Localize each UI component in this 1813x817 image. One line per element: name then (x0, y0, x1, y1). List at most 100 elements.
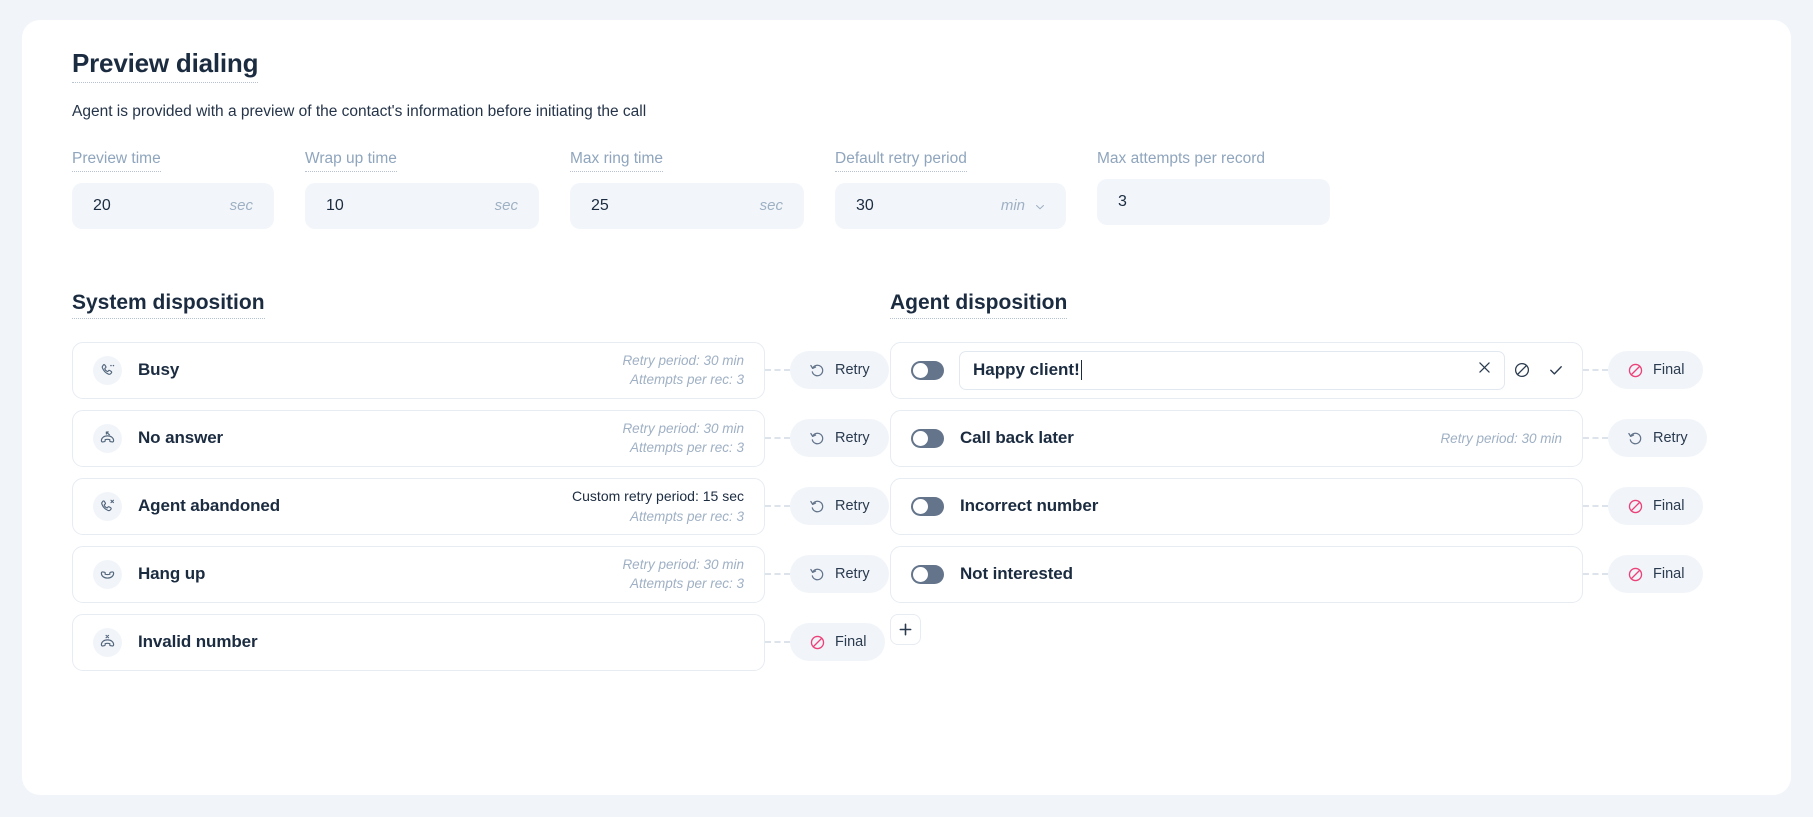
toggle-knob (913, 430, 928, 446)
disposition-name-input-value[interactable]: Happy client! (973, 360, 1080, 380)
status-badge-retry[interactable]: Retry (790, 419, 889, 458)
phone-cancel-icon (93, 491, 122, 521)
status-badge-final[interactable]: Final (1608, 555, 1704, 594)
disposition-name: Agent abandoned (138, 496, 281, 516)
disposition-card[interactable]: Hang up Retry period: 30 min Attempts per … (72, 545, 765, 603)
retry-icon (809, 362, 826, 379)
disposition-meta-line: Retry period: 30 min (1440, 430, 1562, 446)
status-badge-retry[interactable]: Retry (790, 351, 889, 390)
system-disposition-row: Busy Retry period: 30 min Attempts per rec… (72, 341, 889, 399)
agent-disposition-column: Agent disposition Happy client! Final Call… (890, 291, 1707, 682)
connector-line (1583, 573, 1608, 576)
disposition-card[interactable]: Happy client! (890, 341, 1583, 399)
disposition-card[interactable]: Incorrect number (890, 477, 1583, 535)
field-input[interactable]: 3 (1097, 178, 1330, 225)
retry-icon (809, 566, 826, 583)
status-badge-retry[interactable]: Retry (790, 487, 889, 526)
connector-line (765, 369, 790, 372)
field-value[interactable]: 20 (93, 197, 111, 215)
check-icon[interactable] (1539, 353, 1573, 387)
settings-panel: Preview dialing Agent is provided with a… (22, 20, 1791, 795)
phone-hangup-icon (93, 559, 122, 589)
disposition-card[interactable]: Busy Retry period: 30 min Attempts per rec… (72, 341, 765, 399)
field-unit-label: sec (760, 197, 783, 214)
add-agent-disposition-button[interactable] (890, 613, 921, 645)
page-title-text: Preview dialing (72, 48, 258, 83)
disposition-meta-line: Retry period: 30 min (622, 557, 744, 573)
block-icon[interactable] (1505, 353, 1539, 387)
agent-disposition-row: Happy client! Final (890, 341, 1704, 399)
field-input[interactable]: 20 sec (72, 182, 274, 229)
disposition-meta: Retry period: 30 min Attempts per rec: 3 (622, 555, 744, 593)
field-label-text: Max attempts per record (1097, 149, 1265, 167)
field-label: Preview time (72, 150, 274, 172)
disposition-name: No answer (138, 428, 224, 448)
connector-line (765, 437, 790, 440)
connector-line (765, 505, 790, 508)
field-label-text: Preview time (72, 150, 161, 172)
close-icon[interactable] (1476, 359, 1493, 381)
field-max-attempts-per-record: Max attempts per record 3 (1097, 150, 1330, 229)
field-value[interactable]: 10 (326, 197, 344, 215)
disposition-card[interactable]: Agent abandoned Custom retry period: 15 s… (72, 477, 765, 535)
chevron-down-icon (1034, 200, 1045, 211)
status-badge-retry[interactable]: Retry (790, 555, 889, 594)
connector-line (765, 641, 790, 644)
field-label-text: Wrap up time (305, 150, 397, 172)
disposition-name: Not interested (960, 564, 1073, 584)
field-value[interactable]: 25 (591, 197, 609, 215)
toggle-knob (913, 498, 928, 514)
field-default-retry-period: Default retry period 30 min (835, 150, 1066, 229)
field-preview-time: Preview time 20 sec (72, 150, 274, 229)
page-subtitle: Agent is provided with a preview of the … (72, 102, 647, 120)
field-input[interactable]: 25 sec (570, 182, 804, 229)
phone-missed-icon (93, 423, 122, 453)
plus-icon (899, 623, 912, 636)
field-unit-text: sec (494, 197, 518, 215)
connector-line (1583, 505, 1608, 508)
field-unit-text: min (1000, 197, 1025, 215)
field-label: Default retry period (835, 150, 1066, 172)
agent-disposition-heading: Agent disposition (890, 291, 1655, 319)
disposition-meta-line: Attempts per rec: 3 (629, 576, 744, 592)
field-label: Wrap up time (305, 150, 539, 172)
field-wrap-up-time: Wrap up time 10 sec (305, 150, 539, 229)
disposition-name: Incorrect number (960, 496, 1099, 516)
field-label: Max ring time (570, 150, 804, 172)
status-badge-final[interactable]: Final (1608, 487, 1704, 526)
disposition-card[interactable]: Not interested (890, 545, 1583, 603)
final-icon (809, 634, 826, 651)
retry-icon (809, 430, 826, 447)
disposition-card[interactable]: No answer Retry period: 30 min Attempts pe… (72, 409, 765, 467)
system-disposition-heading: System disposition (72, 291, 837, 319)
status-badge-label: Final (1653, 498, 1685, 515)
field-value[interactable]: 30 (856, 197, 874, 215)
disposition-toggle[interactable] (911, 428, 944, 448)
status-badge-label: Retry (835, 566, 870, 583)
status-badge-final[interactable]: Final (1608, 351, 1704, 390)
disposition-card[interactable]: Invalid number (72, 613, 765, 671)
system-disposition-row: Agent abandoned Custom retry period: 15 s… (72, 477, 889, 535)
field-input[interactable]: 30 min (835, 182, 1066, 229)
disposition-name: Invalid number (138, 632, 258, 652)
disposition-meta-line: Custom retry period: 15 sec (572, 487, 744, 504)
status-badge-retry[interactable]: Retry (1608, 419, 1707, 458)
disposition-toggle[interactable] (911, 360, 944, 380)
status-badge-final[interactable]: Final (790, 623, 886, 662)
disposition-name: Call back later (960, 428, 1074, 448)
disposition-meta-line: Attempts per rec: 3 (629, 440, 744, 456)
agent-disposition-row: Not interested Final (890, 545, 1704, 603)
retry-icon (1627, 430, 1644, 447)
field-input[interactable]: 10 sec (305, 182, 539, 229)
settings-fields: Preview time 20 sec Wrap up time 10 sec Max ri… (72, 150, 1741, 229)
disposition-meta: Retry period: 30 min Attempts per rec: 3 (622, 351, 744, 389)
disposition-toggle[interactable] (911, 564, 944, 584)
disposition-toggle[interactable] (911, 496, 944, 516)
final-icon (1627, 362, 1644, 379)
disposition-card[interactable]: Call back later Retry period: 30 min (890, 409, 1583, 467)
system-disposition-column: System disposition Busy Retry period: 30 … (72, 291, 889, 682)
disposition-meta-line: Retry period: 30 min (622, 421, 744, 437)
disposition-name-input[interactable]: Happy client! (959, 350, 1505, 390)
field-value[interactable]: 3 (1118, 193, 1127, 211)
field-unit-dropdown[interactable]: min (1001, 197, 1045, 214)
